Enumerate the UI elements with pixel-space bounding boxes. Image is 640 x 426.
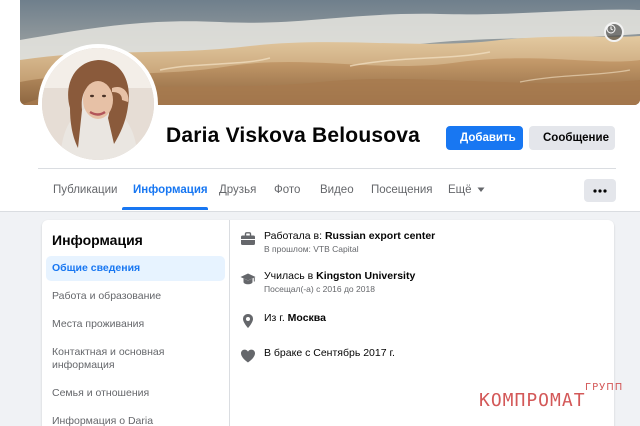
heart-icon (241, 349, 255, 363)
about-title: Информация (52, 232, 143, 248)
cover-clock-icon[interactable] (604, 22, 624, 42)
active-tab-indicator (122, 207, 208, 210)
message-button[interactable]: Сообщение (529, 126, 615, 150)
work-text: Работала в: Russian export center (264, 230, 436, 242)
profile-name: Daria Viskova Belousova (166, 124, 421, 147)
about-nav-family[interactable]: Семья и отношения (46, 381, 225, 406)
kompromat-watermark: ГРУПП КОМПРОМАТ (479, 382, 635, 426)
education-text: Училась в Kingston University (264, 270, 416, 282)
tab-more[interactable]: Ещё (448, 184, 485, 196)
tab-about[interactable]: Информация (133, 184, 208, 196)
about-nav-work-education[interactable]: Работа и образование (46, 284, 225, 309)
info-row-relationship: В браке с Сентябрь 2017 г. (240, 347, 395, 364)
profile-header: Daria Viskova Belousova Добавить Сообщен… (0, 0, 640, 212)
graduation-cap-icon (240, 273, 256, 285)
info-row-education: Училась в Kingston University Посещал(-а… (240, 270, 415, 295)
tab-friends[interactable]: Друзья (219, 184, 256, 196)
tab-photos[interactable]: Фото (274, 184, 300, 196)
info-row-hometown: Из г. Москва (240, 312, 326, 329)
tabs-divider (38, 168, 616, 169)
about-nav-places-lived[interactable]: Места проживания (46, 312, 225, 337)
tab-more-label: Ещё (448, 184, 472, 196)
message-label: Сообщение (543, 132, 609, 144)
work-employer-link[interactable]: Russian export center (325, 230, 435, 242)
about-nav-contact-info[interactable]: Контактная и основная информация (46, 340, 196, 378)
caret-down-icon (477, 187, 485, 192)
about-nav-details[interactable]: Информация о Daria (46, 409, 225, 426)
tab-posts[interactable]: Публикации (53, 184, 117, 196)
education-school-link[interactable]: Kingston University (316, 270, 415, 282)
tab-videos[interactable]: Видео (320, 184, 354, 196)
relationship-text: В браке с Сентябрь 2017 г. (264, 347, 395, 359)
tab-check-ins[interactable]: Посещения (371, 184, 433, 196)
profile-options-button[interactable] (584, 179, 616, 202)
info-row-work: Работала в: Russian export center В прош… (240, 230, 435, 255)
hometown-link[interactable]: Москва (288, 312, 326, 324)
education-dates: Посещал(-а) с 2016 до 2018 (264, 284, 375, 294)
watermark-sub: ГРУПП (585, 382, 624, 393)
about-sidebar: Информация Общие сведения Работа и образ… (42, 220, 230, 426)
about-nav-overview[interactable]: Общие сведения (46, 256, 225, 281)
hometown-text: Из г. Москва (264, 312, 326, 324)
add-friend-label: Добавить (460, 132, 516, 144)
watermark-main: КОМПРОМАТ (479, 390, 586, 411)
location-pin-icon (243, 314, 253, 328)
work-previous: В прошлом: VTB Capital (264, 244, 359, 254)
avatar-photo (42, 48, 154, 160)
profile-avatar[interactable] (38, 44, 158, 164)
briefcase-icon (241, 232, 255, 245)
ellipsis-icon (593, 188, 607, 193)
add-friend-button[interactable]: Добавить (446, 126, 523, 150)
